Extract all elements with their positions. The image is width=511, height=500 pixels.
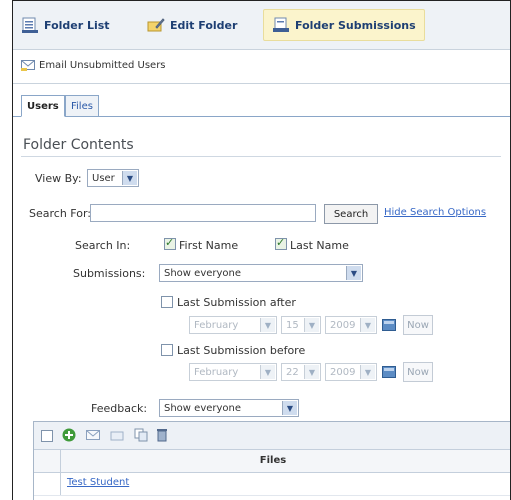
- calendar-icon[interactable]: [382, 319, 396, 331]
- submissions-select[interactable]: Show everyone ▼: [159, 264, 363, 282]
- last-before-checkbox[interactable]: [161, 344, 173, 356]
- chevron-down-icon: ▼: [360, 365, 375, 379]
- top-nav-bar: Folder List Edit Folder Folder Submissio…: [13, 1, 510, 50]
- last-before-label: Last Submission before: [177, 344, 306, 357]
- search-button[interactable]: Search: [324, 204, 378, 224]
- folder-icon[interactable]: [110, 428, 124, 442]
- email-icon: [21, 60, 35, 71]
- trash-icon[interactable]: [156, 428, 168, 442]
- section-divider: [21, 156, 501, 157]
- folder-list-icon: [22, 17, 38, 33]
- last-after-day: 15: [286, 319, 299, 331]
- view-by-value: User: [92, 172, 115, 184]
- last-before-year: 2009: [330, 366, 356, 378]
- tab-strip: Users Files: [13, 84, 510, 117]
- add-icon[interactable]: [62, 428, 76, 442]
- feedback-value: Show everyone: [164, 402, 242, 414]
- first-name-label: First Name: [179, 239, 239, 252]
- folder-list-button[interactable]: Folder List: [21, 11, 110, 39]
- feedback-select[interactable]: Show everyone ▼: [159, 399, 299, 417]
- last-before-month-select[interactable]: February ▼: [189, 363, 277, 381]
- chevron-down-icon: ▼: [360, 318, 375, 332]
- section-title: Folder Contents: [23, 137, 134, 153]
- last-before-now-label: Now: [407, 366, 429, 378]
- grid-toolbar: [34, 422, 510, 450]
- chevron-down-icon: ▼: [260, 318, 275, 332]
- last-after-month: February: [194, 319, 239, 331]
- feedback-label: Feedback:: [91, 402, 148, 415]
- results-grid: Files Test Student: [33, 421, 510, 500]
- copy-icon[interactable]: [134, 428, 148, 442]
- select-all-checkbox[interactable]: [41, 430, 53, 442]
- chevron-down-icon: ▼: [304, 365, 319, 379]
- last-before-day-select[interactable]: 22 ▼: [281, 363, 321, 381]
- last-after-day-select[interactable]: 15 ▼: [281, 316, 321, 334]
- first-name-checkbox[interactable]: [164, 236, 176, 250]
- last-after-year-select[interactable]: 2009 ▼: [325, 316, 377, 334]
- user-link[interactable]: Test Student: [67, 477, 129, 488]
- tab-files-label: Files: [71, 100, 93, 112]
- calendar-icon[interactable]: [382, 366, 396, 378]
- search-in-label: Search In:: [75, 239, 131, 252]
- folder-submissions-panel: Folder List Edit Folder Folder Submissio…: [12, 0, 511, 500]
- last-after-checkbox[interactable]: [161, 296, 173, 308]
- sub-nav-bar: Email Unsubmitted Users: [13, 50, 510, 84]
- chevron-down-icon: ▼: [282, 401, 297, 415]
- tab-users-label: Users: [27, 100, 59, 112]
- email-unsubmitted-label: Email Unsubmitted Users: [39, 59, 166, 71]
- view-by-select[interactable]: User ▼: [87, 169, 139, 187]
- last-before-year-select[interactable]: 2009 ▼: [325, 363, 377, 381]
- last-after-month-select[interactable]: February ▼: [189, 316, 277, 334]
- last-before-now-button[interactable]: Now: [403, 362, 433, 382]
- chevron-down-icon: ▼: [260, 365, 275, 379]
- last-name-checkbox[interactable]: [275, 236, 287, 250]
- chevron-down-icon: ▼: [304, 318, 319, 332]
- last-after-now-button[interactable]: Now: [403, 315, 433, 335]
- search-for-label: Search For:: [29, 207, 91, 220]
- chevron-down-icon: ▼: [346, 266, 361, 280]
- folder-submissions-icon: [273, 17, 289, 32]
- chevron-down-icon: ▼: [122, 171, 137, 185]
- last-after-label: Last Submission after: [177, 296, 296, 309]
- last-after-now-label: Now: [407, 319, 429, 331]
- edit-folder-button[interactable]: Edit Folder: [147, 11, 237, 39]
- folder-submissions-button[interactable]: Folder Submissions: [263, 9, 425, 41]
- table-row: Test Student: [34, 473, 510, 496]
- submissions-value: Show everyone: [164, 267, 242, 279]
- search-button-label: Search: [333, 208, 369, 220]
- edit-folder-label: Edit Folder: [170, 18, 238, 32]
- last-before-day: 22: [286, 366, 299, 378]
- folder-submissions-label: Folder Submissions: [295, 18, 416, 32]
- grid-header: Files: [34, 450, 510, 473]
- email-unsubmitted-link[interactable]: Email Unsubmitted Users: [21, 59, 166, 71]
- tab-users[interactable]: Users: [21, 95, 65, 117]
- hide-search-options-link[interactable]: Hide Search Options: [384, 207, 486, 218]
- row-select-cell: [34, 473, 61, 495]
- tab-files[interactable]: Files: [65, 95, 99, 117]
- edit-folder-icon: [147, 18, 165, 32]
- column-header-files[interactable]: Files: [34, 455, 510, 466]
- submissions-label: Submissions:: [73, 267, 146, 280]
- last-before-month: February: [194, 366, 239, 378]
- search-input[interactable]: [90, 204, 316, 222]
- view-by-label: View By:: [35, 172, 82, 185]
- folder-list-label: Folder List: [44, 18, 110, 32]
- last-after-year: 2009: [330, 319, 356, 331]
- last-name-label: Last Name: [290, 239, 349, 252]
- email-icon[interactable]: [86, 428, 100, 442]
